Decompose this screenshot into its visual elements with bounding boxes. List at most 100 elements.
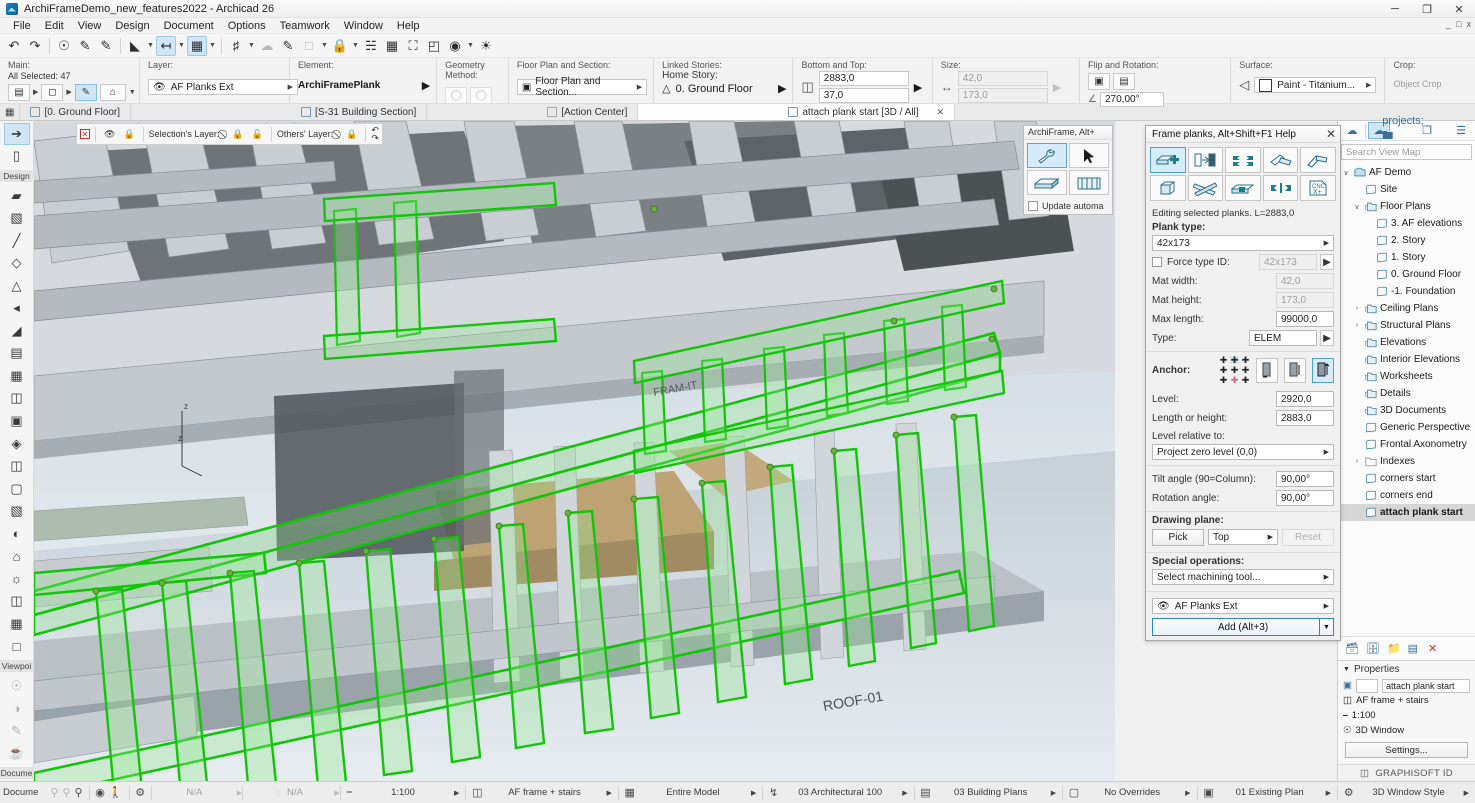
publisher-sets-tab-icon[interactable]: ❐: [1416, 122, 1438, 139]
navigator-menu-icon[interactable]: ☰: [1450, 122, 1472, 139]
scale-caret-icon[interactable]: ▶: [454, 789, 459, 797]
delete-view-icon[interactable]: ✕: [1428, 642, 1437, 655]
orbit-icon[interactable]: ◉: [445, 36, 465, 56]
pick-plane-button[interactable]: Pick: [1152, 529, 1204, 546]
tree-item-frontal-axonometry[interactable]: Frontal Axonometry: [1338, 436, 1475, 453]
length-or-height-field[interactable]: 2883,0: [1276, 410, 1334, 426]
favorites-caret-icon[interactable]: ▼: [129, 82, 136, 102]
anchor-cell[interactable]: ✚: [1241, 355, 1250, 365]
tab-action-center[interactable]: [Action Center]: [427, 104, 639, 120]
doc-minimize-button[interactable]: _: [1446, 19, 1451, 29]
status-scale[interactable]: ⎯ 1:100 ▶: [341, 782, 466, 803]
size-height-field[interactable]: 173,0: [957, 88, 1048, 103]
tree-item-corners-end[interactable]: corners end: [1338, 487, 1475, 504]
marquee-caret-icon[interactable]: ▶: [66, 82, 71, 102]
size-caret-icon[interactable]: ▶: [1053, 81, 1061, 94]
tilt-angle-field[interactable]: 90,00°: [1276, 471, 1334, 487]
doc-maximize-button[interactable]: □: [1456, 19, 1461, 29]
status-overrides[interactable]: ▢ No Overrides ▶: [1063, 782, 1197, 803]
measure-icon[interactable]: ◣: [125, 36, 145, 56]
marquee-button[interactable]: ◻: [41, 83, 64, 101]
anchor-cell[interactable]: ✚: [1219, 355, 1228, 365]
doc-close-button[interactable]: x: [1467, 19, 1472, 29]
orbit-icon[interactable]: ◉: [95, 786, 105, 799]
layout-book-tab-icon[interactable]: projects;🖿: [1382, 115, 1424, 142]
geometry-method-1-icon[interactable]: ◯: [445, 87, 468, 104]
renovation-caret-icon[interactable]: ▶: [1326, 789, 1331, 797]
anchor-cell[interactable]: ✚: [1219, 365, 1228, 375]
graphisoft-id-bar[interactable]: ◫ GRAPHISOFT ID: [1338, 764, 1475, 781]
tableview-icon[interactable]: ▦: [382, 36, 402, 56]
add-plank-icon[interactable]: [1150, 147, 1186, 173]
tree-item-interior-elevations[interactable]: Interior Elevations: [1338, 351, 1475, 368]
lamp-tool-icon[interactable]: ☼: [4, 568, 30, 590]
anchor-cell[interactable]: ✚: [1219, 375, 1228, 385]
lock-caret-icon[interactable]: ▼: [351, 36, 360, 56]
menu-edit[interactable]: Edit: [38, 18, 71, 34]
anchor-position-grid[interactable]: ✚ ✚ ✚ ✚ ✚ ✚ ✚ ✚ ✚: [1219, 355, 1250, 385]
rotation-angle-field[interactable]: 90,00°: [1276, 490, 1334, 506]
3d-cage-icon[interactable]: ◰: [424, 36, 444, 56]
window-tool-icon[interactable]: ▣: [4, 410, 30, 432]
floorplan-caret-icon[interactable]: ▶: [637, 83, 642, 91]
penset-caret-icon[interactable]: ▶: [902, 789, 907, 797]
anchor-top-icon[interactable]: [1312, 357, 1334, 383]
menu-help[interactable]: Help: [390, 18, 427, 34]
level-field[interactable]: 2920,0: [1276, 391, 1334, 407]
tab-ground-floor[interactable]: [0. Ground Floor]: [20, 104, 132, 120]
anchor-cell[interactable]: ✚: [1230, 355, 1239, 365]
object-tool-icon[interactable]: ▢: [4, 478, 30, 500]
selection-lock-icon[interactable]: 🔒: [229, 129, 246, 140]
syringe-icon[interactable]: ✎: [96, 36, 116, 56]
spacing-planks-icon[interactable]: [1225, 147, 1261, 173]
surface-dropdown[interactable]: Paint - Titanium... ▶: [1254, 77, 1377, 93]
lock-unlock-icon[interactable]: 🔒: [120, 129, 137, 140]
walk-icon[interactable]: 🚶: [109, 786, 123, 799]
property-window-row[interactable]: ☉ 3D Window: [1343, 723, 1470, 738]
settings-button[interactable]: Settings...: [1345, 742, 1468, 758]
tree-expand-icon[interactable]: ›: [1352, 458, 1362, 465]
anchor-middle-icon[interactable]: [1284, 357, 1306, 383]
roof-tool-icon[interactable]: △: [4, 275, 30, 297]
explore-model-icon[interactable]: ⚙: [135, 786, 145, 799]
distribute-icon[interactable]: [1262, 175, 1299, 201]
archiframe-arrow-icon[interactable]: [1069, 143, 1109, 168]
square-caret-icon[interactable]: ▼: [320, 36, 329, 56]
pen-icon[interactable]: ✎: [278, 36, 298, 56]
solid-block-icon[interactable]: [1150, 175, 1186, 201]
menu-view[interactable]: View: [71, 18, 109, 34]
layer-dropdown[interactable]: 👁 AF Planks Ext ▶: [148, 79, 298, 95]
wall-end-tool-icon[interactable]: ◫: [4, 455, 30, 477]
status-renovation[interactable]: ▣ 01 Existing Plan ▶: [1197, 782, 1337, 803]
close-icon[interactable]: ✕: [1326, 127, 1336, 141]
view-name-field[interactable]: attach plank start: [1381, 678, 1470, 693]
force-type-checkbox[interactable]: [1152, 257, 1162, 267]
anchor-cell[interactable]: ✚: [1230, 365, 1239, 375]
marquee-tool-icon[interactable]: ▯: [4, 146, 30, 168]
anchor-cell[interactable]: ✚: [1230, 375, 1239, 385]
close-button[interactable]: ✕: [1443, 0, 1475, 18]
view-map-tree[interactable]: ∨ AF Demo Site ∨ Floor Plans 3. AF elevations…: [1338, 163, 1475, 636]
railing-tool-icon[interactable]: ▤: [4, 343, 30, 365]
home-story-caret-icon[interactable]: ▶: [778, 82, 786, 95]
menu-design[interactable]: Design: [108, 18, 156, 34]
camera-tool-icon[interactable]: ☉: [4, 675, 30, 697]
measure-dropdown-caret-icon[interactable]: ▼: [146, 36, 155, 56]
redo-icon[interactable]: ↷: [25, 36, 45, 56]
beam-tool-icon[interactable]: ╱: [4, 230, 30, 252]
grid-snap-icon[interactable]: ▦: [187, 35, 207, 56]
update-automatically-checkbox[interactable]: Update automa: [1024, 198, 1112, 214]
cnc-export-icon[interactable]: CNC X+: [1300, 175, 1336, 201]
status-window-style[interactable]: ⚙ 3D Window Style ▶: [1338, 782, 1475, 803]
view-settings-icon[interactable]: ▤: [1408, 642, 1418, 655]
shell2-tool-icon[interactable]: □: [4, 635, 30, 657]
layers-icon[interactable]: ☵: [361, 36, 381, 56]
plank-type-dropdown[interactable]: 42x173 ▶: [1152, 235, 1334, 251]
maximize-button[interactable]: ❐: [1411, 0, 1443, 18]
cross-planks-icon[interactable]: [1187, 175, 1224, 201]
tree-item-af-demo[interactable]: ∨ AF Demo: [1338, 164, 1475, 181]
selection-unlock-icon[interactable]: 🔓: [249, 129, 266, 140]
menu-window[interactable]: Window: [337, 18, 390, 34]
snap-dropdown-caret-icon[interactable]: ▼: [177, 36, 186, 56]
force-type-caret-icon[interactable]: ▶: [1320, 254, 1334, 270]
